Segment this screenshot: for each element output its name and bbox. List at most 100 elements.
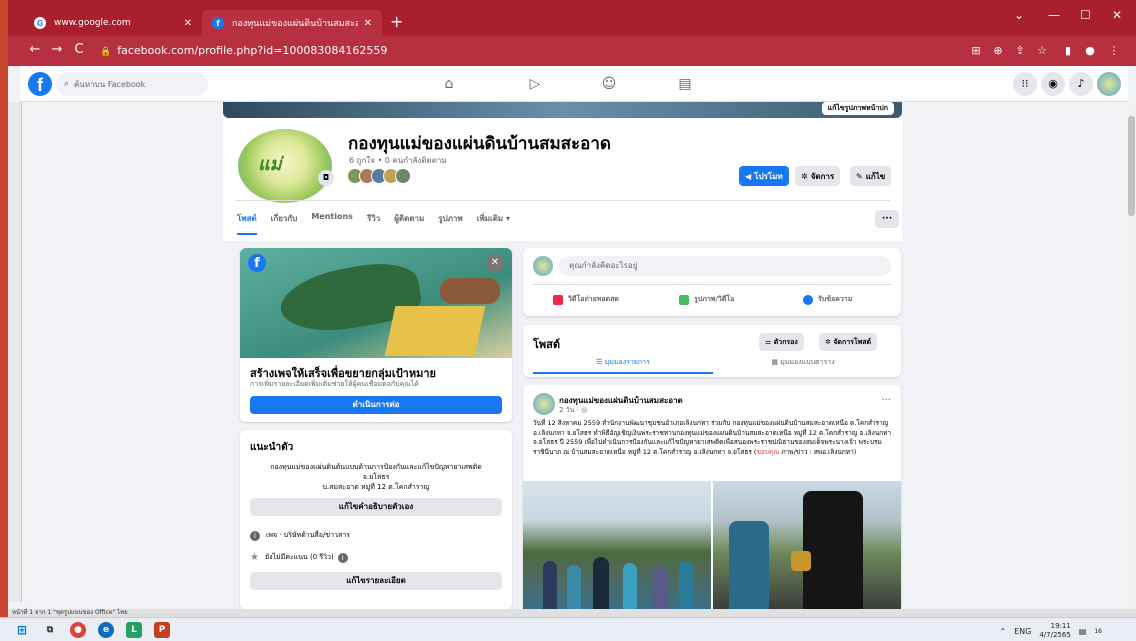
edit-button[interactable]: ✎ แก้ไข [850,166,892,186]
person-figure [593,557,609,611]
home-icon[interactable]: ⌂ [440,75,458,93]
grid-icon: ▦ [771,358,781,366]
forward-icon[interactable]: → [46,42,68,57]
tab-google[interactable]: G www.google.com ✕ [24,10,202,36]
close-icon[interactable]: ✕ [486,254,504,272]
menu-grid-icon[interactable]: ⁝⁝ [1013,72,1037,96]
list-view-label: มุมมองรายการ [604,358,650,366]
filter-button[interactable]: ⚌ ตัวกรอง [759,333,804,351]
search-placeholder: ค้นหาบน Facebook [74,79,146,89]
zoom-icon[interactable]: ⊕ [992,45,1004,57]
manage-posts-button[interactable]: ✲ จัดการโพสต์ [819,333,878,351]
post-photo[interactable] [523,481,711,611]
profile-avatar-icon[interactable]: ● [1084,45,1096,57]
composer-input[interactable]: คุณกำลังคิดอะไรอยู่ [559,256,891,276]
account-avatar-icon[interactable] [1097,72,1121,96]
reload-icon[interactable]: C [68,42,90,57]
rating-row: ★ ยังไม่มีคะแนน (0 รีวิว) i [250,552,354,563]
post-photo[interactable] [713,481,901,611]
language-indicator[interactable]: ENG [1014,627,1031,636]
line-icon[interactable]: L [126,622,142,638]
follower-avatar[interactable] [395,168,411,184]
composer-divider [533,284,891,285]
facebook-logo-icon[interactable]: f [28,72,52,96]
grid-view-tab[interactable]: ▦ มุมมองแบบตาราง [713,357,893,372]
tabs-more-button[interactable]: ··· [875,210,899,228]
profile-picture[interactable]: แม่ [235,126,335,206]
sidepanel-icon[interactable]: ▮ [1062,45,1074,57]
maximize-button[interactable]: ☐ [1080,8,1091,22]
info-icon[interactable]: i [337,552,348,563]
post-text: ภาพ/ข่าว : สพอ.เลิงนกทา) [779,447,857,456]
task-view-icon[interactable]: ⧉ [42,622,58,638]
photo-video-button[interactable]: รูปภาพ/วิดีโอ [679,294,734,305]
facebook-search-input[interactable]: ⌕ ค้นหาบน Facebook [56,72,208,96]
background-window-strip [8,102,22,602]
tab-photos[interactable]: รูปภาพ [438,212,462,235]
post-link[interactable]: ขอบคุณ [756,448,779,456]
lock-icon: 🔒 [100,47,112,57]
post-timestamp[interactable]: 2 วัน · ◎ [559,405,587,416]
intro-line: กองทุนแม่ของแผ่นดินต้นแบบด้านการป้องกันแ… [270,463,482,471]
tab-mentions[interactable]: Mentions [311,212,353,235]
tab-reviews[interactable]: รีวิว [367,212,380,235]
notification-icon[interactable]: ▤ [1079,627,1087,636]
minimize-button[interactable]: — [1048,8,1060,22]
url-text: facebook.com/profile.php?id=100083084162… [117,44,388,57]
tab-facebook[interactable]: f กองทุนแม่ของแผ่นดินบ้านสมสะอาด | F ✕ [202,10,382,36]
url-field[interactable]: 🔒 facebook.com/profile.php?id=10008308416… [100,44,387,57]
watch-icon[interactable]: ▷ [526,75,544,93]
avatar[interactable] [533,393,555,415]
close-window-button[interactable]: ✕ [1112,8,1122,22]
header-divider [235,200,890,201]
live-video-icon [553,294,563,305]
edit-cover-button[interactable]: แก้ไขรูปภาพหน้าปก [821,102,894,115]
intro-title: แนะนำตัว [250,442,294,453]
tab-posts[interactable]: โพสต์ [237,212,257,235]
cover-photo[interactable]: แก้ไขรูปภาพหน้าปก [223,102,902,118]
menu-kebab-icon[interactable]: ⋮ [1108,45,1120,57]
powerpoint-icon[interactable]: P [154,622,170,638]
get-messages-label: รับข้อความ [818,295,853,303]
page-scrollbar[interactable] [1127,102,1136,609]
continue-button[interactable]: ดำเนินการต่อ [250,396,502,414]
groups-icon[interactable]: ☺ [600,75,618,93]
chrome-icon[interactable]: ● [70,622,86,638]
clock[interactable]: 19:11 4/7/2565 [1039,622,1070,640]
messenger-icon[interactable]: ◉ [1041,72,1065,96]
list-view-tab[interactable]: ☰ มุมมองรายการ [533,357,713,374]
tab-search-button[interactable]: ⌄ [1014,8,1024,22]
translate-icon[interactable]: ⊞ [970,45,982,57]
bookmark-star-icon[interactable]: ☆ [1036,45,1048,57]
promo-illustration: f ✕ [240,248,512,358]
back-icon[interactable]: ← [24,42,46,57]
star-icon: ★ [250,552,259,563]
close-tab-icon[interactable]: ✕ [364,18,372,29]
windows-start-icon[interactable]: ⊞ [14,622,30,638]
get-messages-button[interactable]: รับข้อความ [803,294,852,305]
tab-about[interactable]: เกี่ยวกับ [271,212,298,235]
camera-icon[interactable]: ◘ [318,170,334,186]
post-options-button[interactable]: ··· [881,395,891,406]
share-icon[interactable]: ⇪ [1014,45,1026,57]
edit-bio-button[interactable]: แก้ไขคำอธิบายตัวเอง [250,498,502,516]
promote-button[interactable]: ◀ โปรโมท [739,166,789,186]
new-tab-button[interactable]: + [390,12,403,31]
manage-button[interactable]: ✲ จัดการ [795,166,841,186]
posts-header-card: โพสต์ ⚌ ตัวกรอง ✲ จัดการโพสต์ ☰ มุมมองรา… [523,325,901,377]
tray-chevron-icon[interactable]: ⌃ [999,627,1006,636]
windows-taskbar: ⊞ ⧉ ● e L P ⌃ ENG 19:11 4/7/2565 ▤ 16 [0,617,1136,641]
photo-video-label: รูปภาพ/วิดีโอ [694,295,735,303]
edge-icon[interactable]: e [98,622,114,638]
live-video-button[interactable]: วิดีโอถ่ายทอดสด [553,294,619,305]
scrollbar-thumb[interactable] [1128,116,1135,216]
profile-header-card: แม่ ◘ กองทุนแม่ของแผ่นดินบ้านสมสะอาด 6 ถ… [223,118,902,241]
gold-offering-shape [791,551,811,571]
tab-more[interactable]: เพิ่มเติม ▾ [477,212,510,235]
pages-icon[interactable]: ▤ [676,75,694,93]
tab-followers[interactable]: ผู้ติดตาม [394,212,424,235]
edit-details-button[interactable]: แก้ไขรายละเอียด [250,572,502,590]
notifications-icon[interactable]: ♪ [1069,72,1093,96]
grid-view-label: มุมมองแบบตาราง [780,358,835,366]
close-tab-icon[interactable]: ✕ [184,18,192,29]
